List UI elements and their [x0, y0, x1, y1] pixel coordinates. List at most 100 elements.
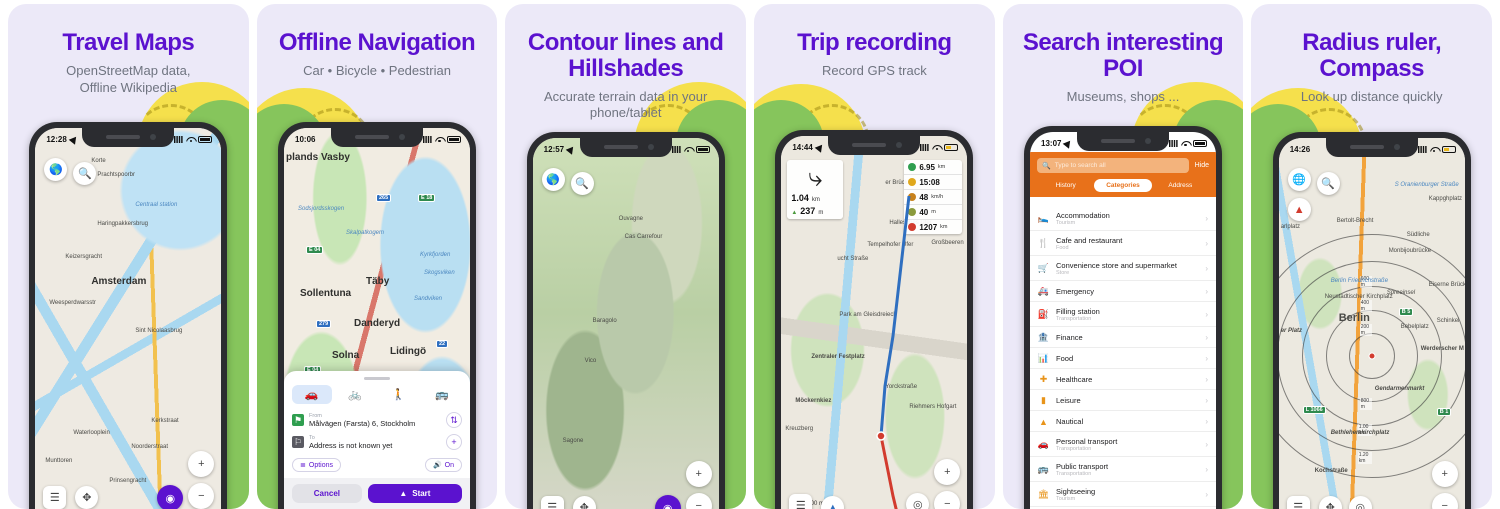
- mode-bicycle[interactable]: 🚲: [336, 385, 376, 404]
- zoom-in-button[interactable]: +: [934, 459, 961, 485]
- route-from-row[interactable]: ⚑ From Målvägen (Farsta) 6, Stockholm ⇅: [292, 409, 462, 431]
- map-canvas[interactable]: Korte Prachtspoorbr Amsterdam Haringpakk…: [35, 128, 222, 509]
- search-button[interactable]: 🔍: [1316, 172, 1340, 195]
- zoom-in-button[interactable]: +: [1431, 461, 1458, 487]
- search-tabs[interactable]: History Categories Address: [1037, 179, 1209, 197]
- plus-icon: +: [1441, 468, 1448, 480]
- map-label: Cas Carrefour: [624, 234, 663, 240]
- add-waypoint-button[interactable]: +: [446, 434, 462, 450]
- search-icon: 🔍: [1042, 162, 1051, 170]
- list-item[interactable]: ▲ Nautical ›: [1030, 411, 1217, 432]
- gps-button[interactable]: ◎: [906, 493, 930, 509]
- list-item[interactable]: 🍴 Cafe and restaurant Food ›: [1030, 231, 1217, 256]
- mode-car[interactable]: 🚗: [292, 385, 332, 404]
- category-list[interactable]: 🛌 Accommodation Tourism › 🍴 Cafe and res…: [1030, 206, 1217, 509]
- zoom-in-button[interactable]: +: [685, 461, 712, 487]
- list-item[interactable]: 🏦 Finance ›: [1030, 327, 1217, 348]
- globe-button[interactable]: 🌎: [541, 168, 565, 191]
- chevron-right-icon: ›: [1205, 333, 1209, 342]
- menu-button[interactable]: ☰: [789, 494, 813, 509]
- navigation-arrow-icon: ▲: [399, 489, 408, 498]
- menu-button[interactable]: ☰: [540, 496, 564, 509]
- map-canvas[interactable]: 200 m 400 m 600 m 800 m 1.00 km 1.20 km …: [1278, 138, 1465, 509]
- menu-button[interactable]: ☰: [43, 486, 67, 509]
- start-button[interactable]: ▲ Start: [367, 484, 462, 503]
- menu-button[interactable]: ☰: [1286, 496, 1310, 509]
- map-label: er Platz: [1280, 328, 1303, 334]
- list-item[interactable]: 🏛 Sightseeing Tourism ›: [1030, 482, 1217, 507]
- menu-icon: ☰: [1293, 502, 1304, 509]
- route-to-row[interactable]: ⚐ To Address is not known yet +: [292, 431, 462, 453]
- sheet-grabber[interactable]: [364, 377, 390, 380]
- mode-pedestrian[interactable]: 🚶: [379, 385, 419, 404]
- minus-icon: −: [198, 490, 205, 502]
- swap-endpoints-button[interactable]: ⇅: [446, 412, 462, 428]
- location-arrow-icon: [565, 143, 577, 155]
- map-label: Schinkel: [1436, 318, 1460, 324]
- panel-trip-recording[interactable]: Trip recording Record GPS track er Brück…: [754, 4, 995, 509]
- turn-altitude-value: 237: [800, 206, 816, 216]
- phone-screen[interactable]: 13:07 🔍 Type to search all Hide History …: [1030, 132, 1217, 509]
- fuel-icon: ⛽: [1037, 309, 1050, 319]
- list-item[interactable]: 🛒 Convenience store and supermarket Stor…: [1030, 256, 1217, 281]
- compass-button[interactable]: ▲: [1287, 198, 1311, 221]
- locate-icon: ✥: [579, 502, 589, 509]
- list-item[interactable]: 🛌 Accommodation Tourism ›: [1030, 206, 1217, 231]
- globe-icon: 🌎: [546, 174, 561, 186]
- search-button[interactable]: 🔍: [570, 172, 594, 195]
- tab-history[interactable]: History: [1037, 179, 1094, 192]
- minus-icon: −: [1441, 500, 1448, 509]
- list-item[interactable]: 🚌 Public transport Transportation ›: [1030, 457, 1217, 482]
- panel-offline-navigation[interactable]: Offline Navigation Car • Bicycle • Pedes…: [256, 4, 498, 509]
- options-button[interactable]: ≣ Options: [292, 458, 341, 472]
- panel-contour-hillshades[interactable]: Contour lines and Hillshades Accurate te…: [505, 4, 747, 509]
- globe-button[interactable]: 🌎: [44, 158, 68, 181]
- zoom-in-button[interactable]: +: [188, 451, 215, 477]
- battery-icon: [1193, 139, 1208, 147]
- chevron-right-icon: ›: [1205, 239, 1209, 248]
- route-planner-sheet[interactable]: 🚗 🚲 🚶 🚌 ⚑ From Målvägen (Farsta) 6, Stoc…: [284, 371, 470, 509]
- battery-icon: [695, 145, 710, 153]
- zoom-out-button[interactable]: −: [188, 483, 215, 509]
- earpiece-speaker: [106, 135, 141, 139]
- locate-button[interactable]: ✥: [75, 486, 99, 509]
- globe-button[interactable]: 🌐: [1287, 168, 1311, 191]
- list-item[interactable]: 🚑 Emergency ›: [1030, 281, 1217, 302]
- phone-screen[interactable]: 200 m 400 m 600 m 800 m 1.00 km 1.20 km …: [1278, 138, 1465, 509]
- menu-icon: ☰: [547, 502, 558, 509]
- phone-mockup: plands Vasby Sollentuna Täby Danderyd So…: [278, 122, 476, 509]
- search-button[interactable]: 🔍: [73, 162, 97, 185]
- altitude-icon: [908, 208, 917, 216]
- transport-mode-selector[interactable]: 🚗 🚲 🚶 🚌: [292, 385, 462, 404]
- phone-screen[interactable]: er Brücke Hallesches Ufer Tempelhofer Uf…: [781, 136, 968, 509]
- stat-row: 40 m: [904, 205, 963, 220]
- map-label: Kyrkfjorden: [420, 252, 451, 258]
- speed-icon: [908, 193, 917, 201]
- phone-screen[interactable]: plands Vasby Sollentuna Täby Danderyd So…: [284, 128, 470, 509]
- map-label-station: Centraal station: [135, 202, 178, 208]
- panel-search-poi[interactable]: Search interesting POI Museums, shops ..…: [1002, 4, 1244, 509]
- list-item[interactable]: ▮ Leisure ›: [1030, 390, 1217, 411]
- panel-travel-maps[interactable]: Travel Maps OpenStreetMap data, Offline …: [8, 4, 249, 509]
- list-item[interactable]: 📊 Food ›: [1030, 348, 1217, 369]
- map-canvas[interactable]: Ouvagne Baragolo Cas Carrefour Vico Sago…: [532, 138, 719, 509]
- tab-address[interactable]: Address: [1152, 179, 1209, 192]
- phone-mockup: Ouvagne Baragolo Cas Carrefour Vico Sago…: [526, 132, 725, 509]
- cancel-button[interactable]: Cancel: [292, 484, 362, 503]
- speaker-icon: 🔊: [432, 462, 442, 469]
- list-item[interactable]: 🚗 Personal transport Transportation ›: [1030, 432, 1217, 457]
- status-time: 14:44: [792, 142, 813, 152]
- phone-screen[interactable]: Korte Prachtspoorbr Amsterdam Haringpakk…: [35, 128, 222, 509]
- mode-transit[interactable]: 🚌: [423, 385, 463, 404]
- phone-screen[interactable]: Ouvagne Baragolo Cas Carrefour Vico Sago…: [532, 138, 719, 509]
- list-item[interactable]: ⛽ Filling station Transportation ›: [1030, 302, 1217, 327]
- gps-button[interactable]: ◉: [157, 485, 184, 509]
- hide-button[interactable]: Hide: [1195, 162, 1209, 169]
- list-item[interactable]: ✚ Healthcare ›: [1030, 369, 1217, 390]
- map-label: Prachtspoorbr: [97, 172, 136, 178]
- search-input[interactable]: 🔍 Type to search all: [1037, 158, 1189, 173]
- search-header[interactable]: 🔍 Type to search all Hide History Catego…: [1030, 152, 1217, 197]
- sound-toggle[interactable]: 🔊 On: [424, 458, 462, 472]
- panel-radius-ruler-compass[interactable]: Radius ruler, Compass Look up distance q…: [1251, 4, 1493, 509]
- tab-categories[interactable]: Categories: [1094, 179, 1152, 192]
